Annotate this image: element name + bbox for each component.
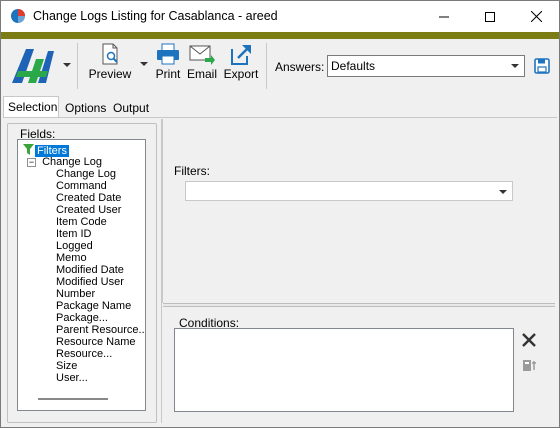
tree-item[interactable]: Resource... bbox=[56, 348, 112, 360]
funnel-icon bbox=[23, 144, 34, 155]
tree-item[interactable]: Package Name bbox=[56, 300, 131, 312]
minimize-button[interactable] bbox=[421, 1, 467, 32]
tree-item[interactable]: Modified Date bbox=[56, 264, 124, 276]
maximize-button[interactable] bbox=[467, 1, 513, 32]
save-icon[interactable] bbox=[534, 58, 550, 74]
group-node-label: Change Log bbox=[42, 156, 103, 168]
logo-dropdown-arrow-icon[interactable] bbox=[63, 63, 71, 67]
tree-node-change-log-group[interactable]: − Change Log bbox=[27, 156, 102, 168]
tree-node-filters[interactable]: Filters bbox=[23, 144, 69, 157]
preview-label: Preview bbox=[88, 67, 132, 81]
export-label: Export bbox=[223, 67, 259, 81]
printer-icon bbox=[157, 43, 179, 65]
tree-item[interactable]: Created User bbox=[56, 204, 121, 216]
answers-label: Answers: bbox=[275, 60, 325, 74]
window-title: Change Logs Listing for Casablanca - are… bbox=[33, 9, 278, 23]
report-window: Change Logs Listing for Casablanca - are… bbox=[0, 0, 560, 428]
tab-output[interactable]: Output bbox=[109, 98, 155, 118]
tree-item[interactable]: Logged bbox=[56, 240, 93, 252]
filters-label: Filters: bbox=[174, 164, 210, 178]
edit-condition-icon[interactable] bbox=[522, 357, 538, 373]
export-icon bbox=[231, 45, 251, 65]
conditions-list[interactable] bbox=[174, 328, 514, 412]
app-logo-icon[interactable] bbox=[8, 45, 58, 85]
tab-strip: Selection Options Output bbox=[3, 96, 559, 118]
preview-icon bbox=[102, 43, 118, 65]
filters-select[interactable] bbox=[185, 181, 513, 201]
print-label: Print bbox=[155, 67, 181, 81]
preview-button[interactable]: Preview bbox=[87, 43, 133, 89]
answers-select[interactable]: Defaults bbox=[327, 55, 525, 77]
toolbar-separator bbox=[266, 43, 267, 89]
toolbar-separator bbox=[77, 43, 78, 89]
preview-dropdown-arrow-icon[interactable] bbox=[140, 62, 148, 66]
answers-value: Defaults bbox=[331, 59, 376, 73]
tree-item[interactable]: Package... bbox=[56, 312, 108, 324]
tree-item[interactable]: Memo bbox=[56, 252, 87, 264]
accent-bar bbox=[1, 32, 559, 39]
email-icon bbox=[189, 45, 215, 65]
tree-horizontal-scrollbar[interactable] bbox=[38, 398, 108, 400]
tree-item[interactable]: Change Log bbox=[56, 168, 116, 180]
tree-item[interactable]: Resource Name bbox=[56, 336, 135, 348]
chevron-down-icon bbox=[499, 190, 507, 194]
tree-item[interactable]: Modified User bbox=[56, 276, 124, 288]
email-label: Email bbox=[186, 67, 217, 81]
fields-tree[interactable]: Filters − Change Log Change Log Command … bbox=[17, 139, 146, 411]
tree-item[interactable]: Size bbox=[56, 360, 77, 372]
app-pie-icon bbox=[11, 9, 25, 23]
filters-area bbox=[162, 119, 555, 303]
chevron-down-icon bbox=[511, 64, 519, 68]
tree-item[interactable]: User... bbox=[56, 372, 88, 384]
tab-options-label: Options bbox=[65, 101, 107, 115]
horizontal-splitter[interactable] bbox=[163, 303, 555, 307]
tree-item[interactable]: Parent Resource... bbox=[56, 324, 145, 336]
tab-selection-label: Selection bbox=[8, 100, 58, 114]
toolbar: Preview Print Email Export Answers: Defa… bbox=[1, 39, 559, 93]
close-button[interactable] bbox=[513, 1, 559, 32]
delete-x-icon[interactable] bbox=[521, 332, 537, 348]
tree-item[interactable]: Command bbox=[56, 180, 107, 192]
collapse-icon[interactable]: − bbox=[27, 158, 36, 167]
tab-output-label: Output bbox=[113, 101, 150, 115]
tree-item[interactable]: Item ID bbox=[56, 228, 91, 240]
tree-item[interactable]: Item Code bbox=[56, 216, 107, 228]
tab-selection[interactable]: Selection bbox=[3, 96, 59, 118]
minimize-icon bbox=[439, 16, 449, 17]
close-icon bbox=[530, 11, 542, 22]
tab-options[interactable]: Options bbox=[61, 98, 109, 118]
export-button[interactable]: Export bbox=[222, 43, 260, 89]
title-bar: Change Logs Listing for Casablanca - are… bbox=[1, 1, 559, 32]
tree-item[interactable]: Number bbox=[56, 288, 95, 300]
maximize-icon bbox=[485, 11, 495, 22]
tree-item[interactable]: Created Date bbox=[56, 192, 121, 204]
print-button[interactable]: Print bbox=[153, 43, 183, 89]
email-button[interactable]: Email bbox=[186, 43, 218, 89]
